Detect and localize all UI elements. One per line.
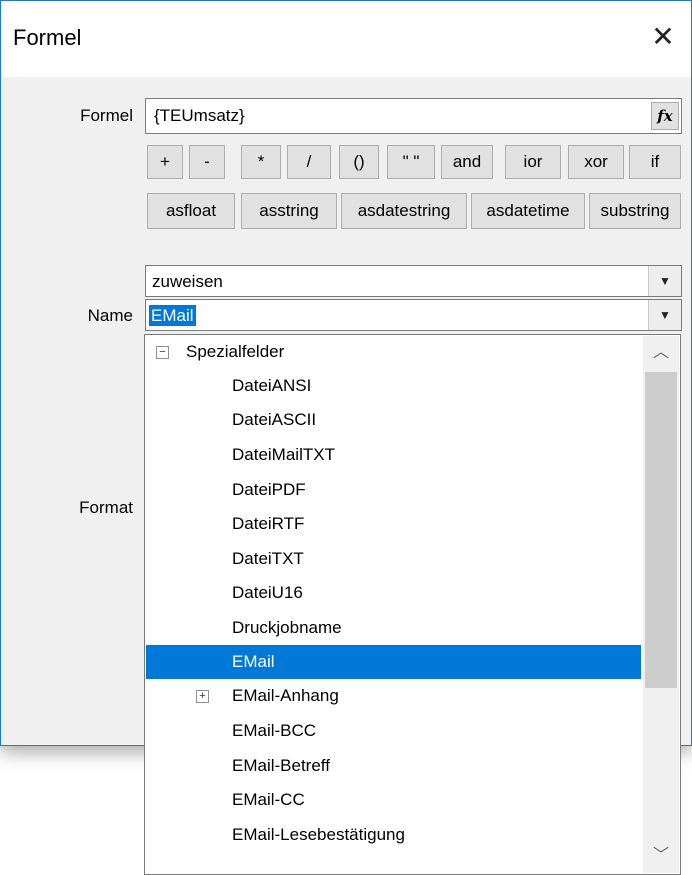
name-combo[interactable]: EMail ▼ [145, 299, 682, 331]
list-item-label: DateiMailTXT [232, 445, 335, 464]
xor-button[interactable]: xor [568, 145, 624, 179]
and-button[interactable]: and [441, 145, 493, 179]
if-button[interactable]: if [629, 145, 681, 179]
list-item[interactable]: EMail-BCC [146, 714, 641, 748]
list-item[interactable]: EMail-Lesebestätigung [146, 818, 641, 852]
multiply-button[interactable]: * [241, 145, 281, 179]
scrollbar-thumb[interactable] [645, 372, 677, 688]
list-item[interactable]: DateiMailTXT [146, 438, 641, 472]
list-item-label: DateiANSI [232, 376, 312, 395]
list-item-label: EMail [232, 652, 275, 671]
list-item[interactable]: DateiU16 [146, 576, 641, 610]
name-combo-value: EMail [149, 305, 196, 326]
close-icon[interactable]: ✕ [643, 17, 683, 57]
asstring-button[interactable]: asstring [241, 193, 337, 229]
chevron-down-icon[interactable]: ▼ [648, 300, 681, 330]
list-item-label: DateiTXT [232, 549, 304, 568]
collapse-icon[interactable]: − [156, 346, 169, 359]
list-item-label: EMail-Betreff [232, 756, 330, 775]
name-label: Name [87, 306, 133, 325]
chevron-up-icon[interactable]: ︿ [643, 336, 679, 370]
list-item[interactable]: Druckjobname [146, 611, 641, 645]
parentheses-button[interactable]: () [339, 145, 379, 179]
tree-group-spezialfelder[interactable]: − Spezialfelder [146, 335, 641, 369]
list-item[interactable]: EMail-Betreff [146, 749, 641, 783]
chevron-down-icon[interactable]: ▼ [648, 266, 681, 296]
list-item-selected[interactable]: EMail [146, 645, 641, 679]
list-item[interactable]: DateiRTF [146, 507, 641, 541]
function-icon[interactable]: fx [651, 102, 679, 130]
list-item-label: Druckjobname [232, 618, 342, 637]
expand-icon[interactable]: + [196, 690, 209, 703]
asdatetime-button[interactable]: asdatetime [471, 193, 585, 229]
divide-button[interactable]: / [287, 145, 331, 179]
list-item[interactable]: DateiPDF [146, 473, 641, 507]
tree-group-label: Spezialfelder [186, 342, 285, 361]
list-item[interactable]: DateiTXT [146, 542, 641, 576]
plus-button[interactable]: + [147, 145, 183, 179]
list-item-label: EMail-Lesebestätigung [232, 825, 405, 844]
formel-value: {TEUmsatz} [154, 106, 245, 125]
assign-combo-value: zuweisen [152, 272, 223, 291]
asfloat-button[interactable]: asfloat [147, 193, 235, 229]
asdatestring-button[interactable]: asdatestring [341, 193, 467, 229]
list-item[interactable]: EMail-CC [146, 783, 641, 817]
list-item-label: DateiPDF [232, 480, 306, 499]
title-bar: Formel ✕ [1, 1, 691, 77]
list-item[interactable]: DateiASCII [146, 403, 641, 437]
vertical-scrollbar[interactable]: ︿ ﹀ [643, 336, 679, 873]
assign-combo[interactable]: zuweisen ▼ [145, 265, 682, 297]
formel-label: Formel [80, 106, 133, 125]
ior-button[interactable]: ior [505, 145, 561, 179]
list-item-label: DateiASCII [232, 410, 317, 429]
quotes-button[interactable]: " " [387, 145, 435, 179]
name-dropdown-list[interactable]: − Spezialfelder DateiANSI DateiASCII Dat… [144, 334, 681, 875]
substring-button[interactable]: substring [589, 193, 681, 229]
chevron-down-icon[interactable]: ﹀ [643, 839, 679, 873]
list-item-label: EMail-CC [232, 790, 305, 809]
list-item-label: DateiU16 [232, 583, 303, 602]
minus-button[interactable]: - [189, 145, 225, 179]
format-label: Format [79, 498, 133, 517]
list-item-label: EMail-Anhang [232, 686, 339, 705]
list-item[interactable]: + EMail-Anhang [146, 679, 641, 713]
list-item-label: DateiRTF [232, 514, 305, 533]
list-item[interactable]: DateiANSI [146, 369, 641, 403]
list-item-label: EMail-BCC [232, 721, 317, 740]
window-title: Formel [13, 25, 82, 50]
formel-input[interactable]: {TEUmsatz} fx [145, 98, 682, 134]
